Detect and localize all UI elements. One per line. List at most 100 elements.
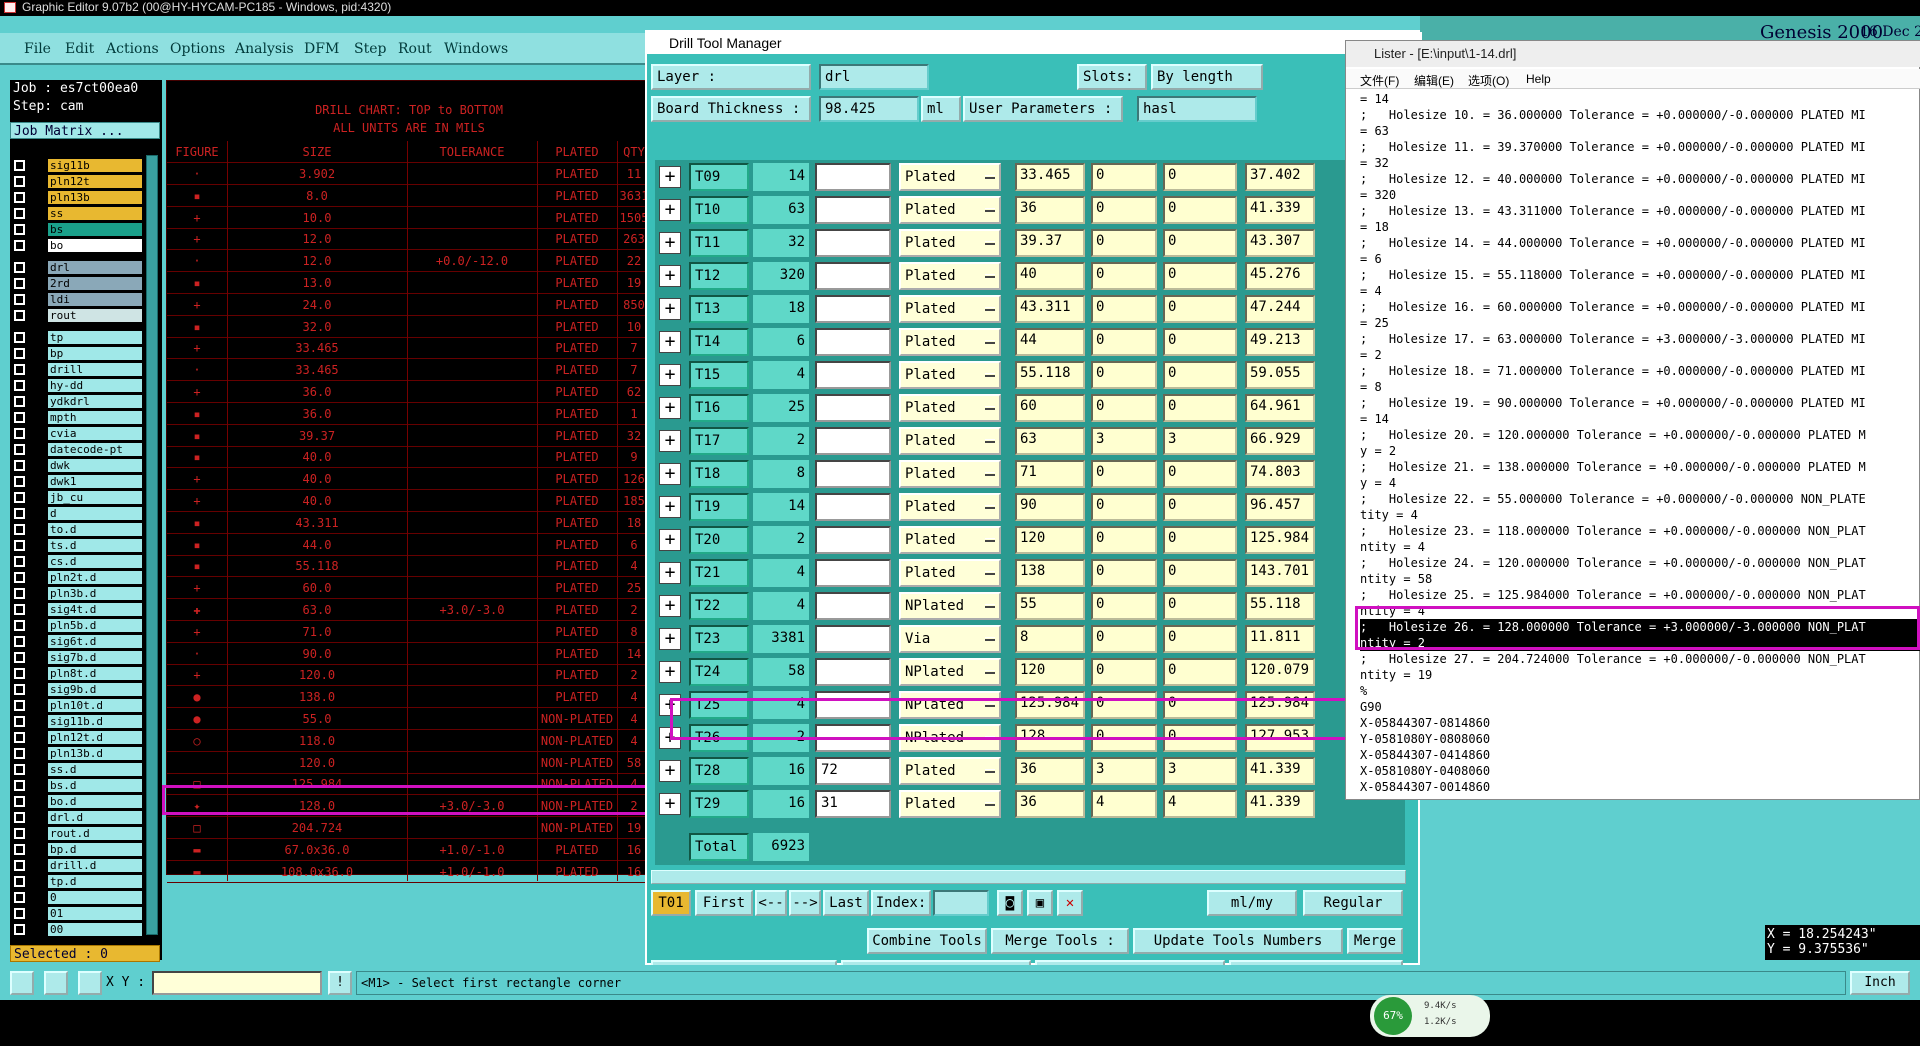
layer-checkbox[interactable] xyxy=(14,192,25,203)
layer-row[interactable]: hy-dd xyxy=(10,378,160,393)
tool-value-c2[interactable]: 0 xyxy=(1091,493,1157,521)
tool-value-c1[interactable]: 55.118 xyxy=(1015,361,1085,389)
layer-row[interactable]: pln13b.d xyxy=(10,746,160,761)
tool-value-c2[interactable]: 0 xyxy=(1091,526,1157,554)
tool-value-c3[interactable]: 0 xyxy=(1163,196,1237,224)
type-select[interactable]: Plated xyxy=(899,559,1001,587)
layer-checkbox[interactable] xyxy=(14,396,25,407)
lister-menu-edit[interactable]: 编辑(E) xyxy=(1414,72,1454,89)
layer-name[interactable]: sig4t.d xyxy=(48,603,142,616)
tool-value-c1[interactable]: 40 xyxy=(1015,262,1085,290)
layer-checkbox[interactable] xyxy=(14,876,25,887)
layer-checkbox[interactable] xyxy=(14,262,25,273)
menu-windows[interactable]: Windows xyxy=(444,41,508,57)
layer-checkbox[interactable] xyxy=(14,796,25,807)
lister-content[interactable]: = 14 ; Holesize 10. = 36.000000 Tolerance… xyxy=(1360,91,1920,831)
menu-options[interactable]: Options xyxy=(170,41,225,57)
expand-icon[interactable]: + xyxy=(659,760,681,782)
network-monitor[interactable]: 67% 9.4K/s 1.2K/s xyxy=(1370,995,1490,1037)
menu-actions[interactable]: Actions xyxy=(106,41,159,57)
layer-row[interactable]: 2rd xyxy=(10,276,160,291)
layer-input[interactable]: drl xyxy=(819,64,929,90)
layer-checkbox[interactable] xyxy=(14,748,25,759)
layer-checkbox[interactable] xyxy=(14,780,25,791)
xy-input[interactable] xyxy=(152,971,322,995)
tool-value-c1[interactable]: 36 xyxy=(1015,757,1085,785)
layer-row[interactable]: rout.d xyxy=(10,826,160,841)
tool-value-c4[interactable]: 49.213 xyxy=(1245,328,1315,356)
expand-icon[interactable]: + xyxy=(659,628,681,650)
tool-value-c2[interactable]: 0 xyxy=(1091,460,1157,488)
layer-name[interactable]: bs xyxy=(48,223,142,236)
layer-row[interactable]: ldi xyxy=(10,292,160,307)
expand-icon[interactable]: + xyxy=(659,331,681,353)
tool-value-c2[interactable]: 0 xyxy=(1091,328,1157,356)
layer-name[interactable]: sig7b.d xyxy=(48,651,142,664)
layer-name[interactable]: drill.d xyxy=(48,859,142,872)
layer-checkbox[interactable] xyxy=(14,636,25,647)
layer-checkbox[interactable] xyxy=(14,572,25,583)
tool-input[interactable] xyxy=(815,493,891,521)
tool-value-c3[interactable]: 0 xyxy=(1163,526,1237,554)
layer-name[interactable]: cvia xyxy=(48,427,142,440)
layer-name[interactable]: pln10t.d xyxy=(48,699,142,712)
layer-name[interactable]: dwk1 xyxy=(48,475,142,488)
type-select[interactable]: Plated xyxy=(899,757,1001,785)
expand-icon[interactable]: + xyxy=(659,562,681,584)
type-select[interactable]: Plated xyxy=(899,790,1001,818)
layer-name[interactable]: ss.d xyxy=(48,763,142,776)
tool-value-c2[interactable]: 0 xyxy=(1091,394,1157,422)
layer-name[interactable]: jb_cu xyxy=(48,491,142,504)
tool-input[interactable] xyxy=(815,229,891,257)
layer-row[interactable]: sig6t.d xyxy=(10,634,160,649)
layer-name[interactable]: pln13b.d xyxy=(48,747,142,760)
layer-row[interactable]: pln13b xyxy=(10,190,160,205)
type-select[interactable]: NPlated xyxy=(899,592,1001,620)
layer-checkbox[interactable] xyxy=(14,310,25,321)
layer-row[interactable]: sig11b.d xyxy=(10,714,160,729)
expand-icon[interactable]: + xyxy=(659,298,681,320)
layer-name[interactable]: rout.d xyxy=(48,827,142,840)
layer-name[interactable]: sig11b.d xyxy=(48,715,142,728)
layer-checkbox[interactable] xyxy=(14,364,25,375)
lister-menu-options[interactable]: 选项(O) xyxy=(1468,72,1509,89)
tool-input[interactable] xyxy=(815,427,891,455)
layer-checkbox[interactable] xyxy=(14,240,25,251)
tool-value-c2[interactable]: 3 xyxy=(1091,427,1157,455)
layer-row[interactable]: bs.d xyxy=(10,778,160,793)
type-select[interactable]: Plated xyxy=(899,394,1001,422)
tool-value-c4[interactable]: 125.984 xyxy=(1245,526,1315,554)
tool-input[interactable] xyxy=(815,196,891,224)
layer-name[interactable]: sig6t.d xyxy=(48,635,142,648)
expand-icon[interactable]: + xyxy=(659,265,681,287)
layer-checkbox[interactable] xyxy=(14,380,25,391)
layer-row[interactable]: drl xyxy=(10,260,160,275)
tool-input[interactable] xyxy=(815,394,891,422)
layer-name[interactable]: ldi xyxy=(48,293,142,306)
layer-checkbox[interactable] xyxy=(14,684,25,695)
tool-value-c4[interactable]: 64.961 xyxy=(1245,394,1315,422)
type-select[interactable]: NPlated xyxy=(899,658,1001,686)
layer-checkbox[interactable] xyxy=(14,860,25,871)
tool-value-c4[interactable]: 47.244 xyxy=(1245,295,1315,323)
layer-name[interactable]: dwk xyxy=(48,459,142,472)
layer-name[interactable]: ydkdrl xyxy=(48,395,142,408)
nav-last-button[interactable]: Last xyxy=(823,890,869,916)
layer-checkbox[interactable] xyxy=(14,604,25,615)
layer-checkbox[interactable] xyxy=(14,556,25,567)
layer-row[interactable]: pln5b.d xyxy=(10,618,160,633)
nav-next-button[interactable]: --> xyxy=(789,890,821,916)
layer-name[interactable]: 2rd xyxy=(48,277,142,290)
layer-name[interactable]: drl.d xyxy=(48,811,142,824)
tool-value-c4[interactable]: 45.276 xyxy=(1245,262,1315,290)
tool-value-c1[interactable]: 120 xyxy=(1015,526,1085,554)
expand-icon[interactable]: + xyxy=(659,463,681,485)
tool-input[interactable] xyxy=(815,460,891,488)
layer-name[interactable]: 01 xyxy=(48,907,142,920)
mode-select[interactable]: Regular xyxy=(1303,890,1403,916)
tool-value-c3[interactable]: 0 xyxy=(1163,361,1237,389)
layer-checkbox[interactable] xyxy=(14,844,25,855)
tool-value-c3[interactable]: 0 xyxy=(1163,394,1237,422)
layer-name[interactable]: bs.d xyxy=(48,779,142,792)
tool-value-c4[interactable]: 59.055 xyxy=(1245,361,1315,389)
